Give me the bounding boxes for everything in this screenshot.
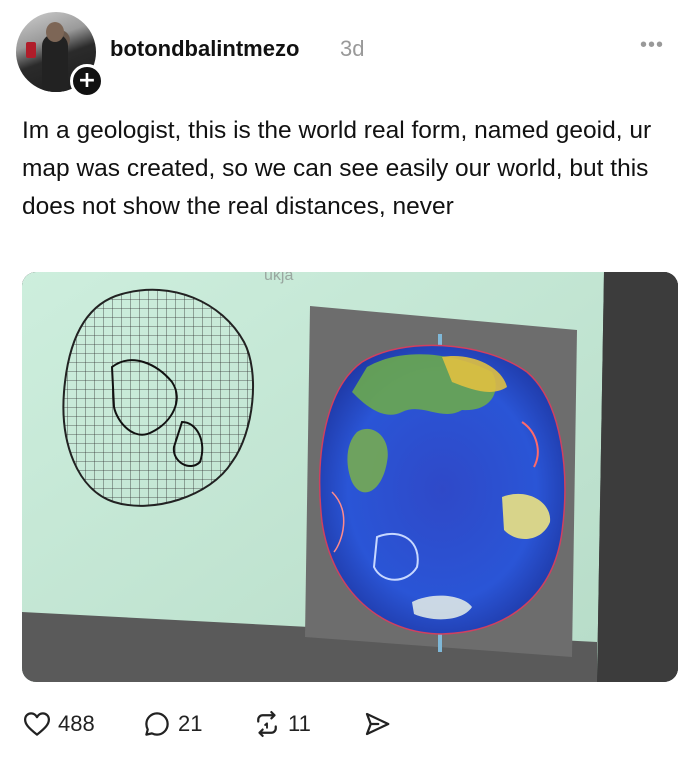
repost-count: 11: [288, 711, 311, 736]
follow-plus-icon[interactable]: +: [70, 64, 104, 98]
repost-button[interactable]: 11: [252, 704, 311, 744]
like-button[interactable]: 488: [22, 704, 95, 744]
avatar-figure: [42, 34, 68, 92]
post-image[interactable]: ukja: [22, 272, 678, 682]
image-overlay-text: ukja: [264, 272, 293, 284]
heart-icon: [24, 712, 50, 736]
share-icon: [365, 712, 390, 736]
share-button[interactable]: [362, 704, 392, 744]
action-bar: 488 21 11: [22, 704, 622, 744]
avatar-container[interactable]: +: [16, 12, 104, 98]
more-horizontal-icon[interactable]: •••: [640, 34, 664, 57]
comment-icon: [145, 712, 169, 736]
repost-icon: [257, 711, 277, 737]
comment-button[interactable]: 21: [142, 704, 202, 744]
post-caption: Im a geologist, this is the world real f…: [22, 117, 652, 220]
post-card: + botondbalintmezo 3d ••• Im a geologist…: [0, 0, 700, 769]
avatar-detail: [26, 42, 36, 58]
avatar-head: [46, 22, 64, 42]
post-time: 3d: [340, 36, 365, 61]
comment-count: 21: [178, 711, 203, 736]
like-count: 488: [58, 711, 95, 736]
username[interactable]: botondbalintmezo: [110, 36, 299, 62]
